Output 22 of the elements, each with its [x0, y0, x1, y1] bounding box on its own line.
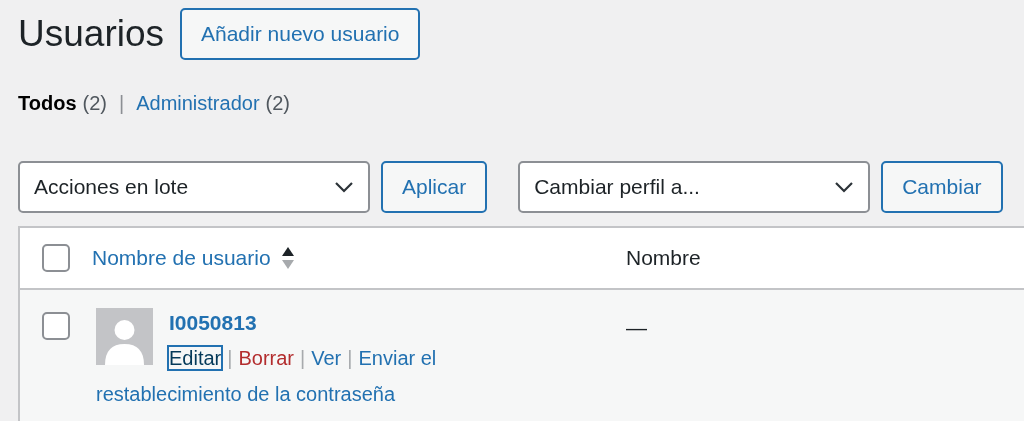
column-header: Nombre [626, 245, 701, 272]
apply-button[interactable]: Aplicar [381, 161, 488, 213]
count: (2) [265, 91, 290, 116]
count: (2) [82, 91, 107, 116]
page-title: Usuarios [18, 12, 164, 56]
chevron-down-icon [334, 181, 354, 193]
filter-link[interactable]: Todos [18, 88, 77, 118]
avatar-icon [96, 308, 153, 365]
username-link[interactable]: I0050813 [96, 308, 506, 338]
add-user-button[interactable]: Añadir nuevo usuario [180, 8, 421, 60]
table-cell-text: — [626, 315, 647, 341]
change-role-select[interactable]: Cambiar perfil a... [518, 161, 871, 213]
checkbox[interactable] [42, 244, 70, 272]
bulk-actions-select[interactable]: Acciones en lote [18, 161, 370, 213]
sort-icon [280, 245, 295, 271]
row-actions[interactable]: Editar | Borrar | Ver | Enviar el restablecimiento de la contraseña [96, 340, 506, 412]
chevron-down-icon [834, 181, 855, 193]
filter-link[interactable]: Administrador [136, 88, 260, 118]
column-header[interactable]: Nombre de usuario [92, 242, 271, 274]
separator: | [118, 91, 125, 116]
checkbox[interactable] [42, 312, 70, 340]
change-button[interactable]: Cambiar [881, 161, 1003, 213]
